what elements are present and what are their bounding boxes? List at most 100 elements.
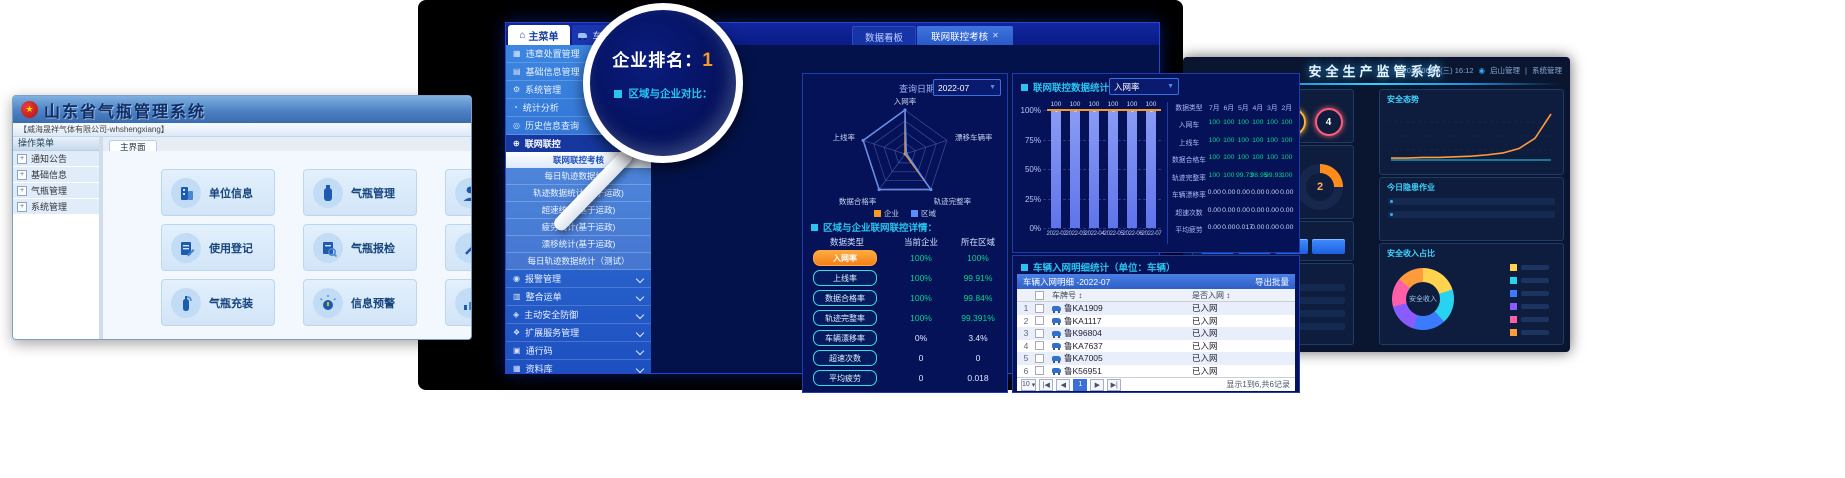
plate-text: 鲁K96804 — [1064, 327, 1102, 339]
feature-card-5[interactable]: 气瓶充装 — [161, 279, 275, 326]
sidebar-item-12[interactable]: 每日轨迹数据统计（测试） — [506, 253, 651, 270]
sidebar-item-7[interactable]: 每日轨迹数据统计 — [506, 168, 651, 185]
status-column-header[interactable]: 是否入网 ↕ — [1192, 290, 1230, 301]
waybill-icon: ▥ — [513, 292, 521, 301]
sidebar-item-10[interactable]: 疲劳统计(基于运政) — [506, 219, 651, 236]
metric-button-5[interactable]: 超速次数 — [813, 350, 877, 366]
nav-item-label: 系统管理 — [31, 200, 67, 213]
y-axis-tick: 0% — [1017, 224, 1041, 233]
month-header: 5月 — [1236, 102, 1251, 112]
query-date-dropdown[interactable]: 2022-07▼ — [933, 79, 1001, 96]
plate-cell: 鲁KA1117 — [1052, 315, 1192, 327]
detail-value: 0.018 — [953, 373, 1003, 383]
sidebar-item-15[interactable]: ◈主动安全防御 — [506, 306, 651, 324]
table-row[interactable]: 4鲁KA7637已入网 — [1017, 340, 1295, 353]
metric-button-4[interactable]: 车辆漂移率 — [813, 330, 877, 346]
library-icon: ▦ — [513, 364, 521, 373]
current-page[interactable]: 1 — [1073, 379, 1087, 391]
metric-button-1[interactable]: 上线率 — [813, 270, 877, 286]
alert-icon — [313, 288, 343, 318]
sidebar-item-14[interactable]: ▥整合运单 — [506, 288, 651, 306]
month-header: 6月 — [1222, 102, 1237, 112]
system-menu-link[interactable]: 系统管理 — [1532, 65, 1562, 76]
detail-value: 100% — [953, 253, 1003, 263]
chevron-down-icon — [636, 274, 644, 282]
feature-card-4[interactable]: 气瓶报检 — [303, 224, 417, 271]
nav-item[interactable]: +气瓶管理 — [13, 183, 99, 199]
feature-card-3[interactable]: 使用登记 — [161, 224, 275, 271]
table-row[interactable]: 6鲁K56951已入网 — [1017, 365, 1295, 378]
bar — [1051, 110, 1061, 228]
row-checkbox[interactable] — [1035, 329, 1044, 338]
metric-button-6[interactable]: 平均疲劳 — [813, 370, 877, 386]
last-page-button[interactable]: ▶| — [1107, 379, 1121, 391]
month-header: 数据类型 — [1171, 102, 1207, 112]
feature-card-1[interactable]: 单位信息 — [161, 169, 275, 216]
month-value: 100 — [1207, 154, 1222, 161]
sidebar-item-11[interactable]: 漂移统计(基于运政) — [506, 236, 651, 253]
tab-close-icon[interactable]: ✕ — [992, 31, 999, 40]
metric-filter-dropdown[interactable]: 入网率▼ — [1109, 78, 1179, 95]
sort-icon: ↕ — [1078, 291, 1082, 300]
pending-donut-value: 2 — [1306, 173, 1334, 201]
vehicle-chip[interactable] — [1312, 239, 1345, 254]
expand-plus-icon[interactable]: + — [17, 186, 27, 196]
feature-card-2[interactable]: 气瓶管理 — [303, 169, 417, 216]
table-row[interactable]: 1鲁KA1909已入网 — [1017, 302, 1295, 315]
sidebar-item-13[interactable]: ◉报警管理 — [506, 270, 651, 288]
row-checkbox[interactable] — [1035, 304, 1044, 313]
nav-item[interactable]: + 基础信息 — [13, 167, 99, 183]
plate-text: 鲁KA1117 — [1064, 315, 1102, 327]
sidebar-item-18[interactable]: ▦资料库 — [506, 360, 651, 373]
page-size-select[interactable]: 10 ▾ — [1021, 379, 1036, 391]
expand-plus-icon[interactable]: + — [17, 170, 27, 180]
row-checkbox[interactable] — [1035, 341, 1044, 350]
user-name[interactable]: 启山管理 — [1490, 65, 1520, 76]
row-checkbox[interactable] — [1035, 354, 1044, 363]
wrench-icon — [455, 233, 472, 263]
table-row[interactable]: 3鲁K96804已入网 — [1017, 327, 1295, 340]
month-value: 0.00 — [1280, 189, 1295, 196]
feature-card-6[interactable]: 信息预警 — [303, 279, 417, 326]
prev-page-button[interactable]: ◀ — [1056, 379, 1070, 391]
next-page-button[interactable]: ▶ — [1090, 379, 1104, 391]
plate-column-header[interactable]: 车牌号 ↕ — [1052, 290, 1192, 301]
metric-button-0[interactable]: 入网率 — [813, 250, 877, 266]
income-title: 安全收入占比 — [1387, 248, 1435, 259]
feature-card-clipped[interactable] — [445, 169, 472, 216]
sidebar-item-16[interactable]: ❖扩展服务管理 — [506, 324, 651, 342]
month-value: 0.00 — [1265, 224, 1280, 231]
plate-cell: 鲁KA7637 — [1052, 340, 1192, 352]
list-item[interactable] — [1388, 211, 1555, 218]
vehicle-tab-label[interactable]: 车辆入网明细 -2022-07 — [1023, 276, 1110, 288]
sidebar-item-17[interactable]: ▣通行码 — [506, 342, 651, 360]
month-value: 0.00 — [1251, 189, 1266, 196]
legend-item — [1510, 329, 1549, 336]
row-checkbox[interactable] — [1035, 316, 1044, 325]
export-button[interactable]: 导出批量 — [1255, 276, 1289, 288]
first-page-button[interactable]: |◀ — [1039, 379, 1053, 391]
network-control-icon: ⊕ — [513, 139, 520, 148]
bar-value-label: 100 — [1084, 101, 1104, 108]
history-search-icon: ◎ — [513, 121, 520, 130]
expand-plus-icon[interactable]: + — [17, 202, 27, 212]
metric-button-3[interactable]: 轨迹完整率 — [813, 310, 877, 326]
nav-item-label: 基础信息 — [31, 168, 67, 181]
nav-item[interactable]: +通知公告 — [13, 151, 99, 167]
metric-button-2[interactable]: 数据合格率 — [813, 290, 877, 306]
tab-active-1[interactable]: 联网联控考核✕ — [917, 26, 1013, 45]
row-checkbox[interactable] — [1035, 366, 1044, 375]
table-row[interactable]: 5鲁KA7005已入网 — [1017, 352, 1295, 365]
feature-card-clipped[interactable] — [445, 224, 472, 271]
table-row[interactable]: 2鲁KA1117已入网 — [1017, 315, 1295, 328]
tab-main-menu[interactable]: ⌂ 主菜单 — [508, 25, 570, 45]
nav-item[interactable]: + 系统管理 — [13, 199, 99, 215]
expand-plus-icon[interactable]: + — [17, 154, 27, 164]
chevron-down-icon — [636, 364, 644, 372]
splitter-handle[interactable] — [99, 137, 103, 339]
list-item[interactable] — [1388, 198, 1555, 205]
feature-card-clipped[interactable] — [445, 279, 472, 326]
select-all-checkbox[interactable] — [1035, 291, 1044, 300]
company-subtitle: 【威海晟祥气体有限公司-whshengxiang】 — [13, 123, 471, 137]
tab-idle-0[interactable]: 数据看板 — [852, 26, 916, 47]
